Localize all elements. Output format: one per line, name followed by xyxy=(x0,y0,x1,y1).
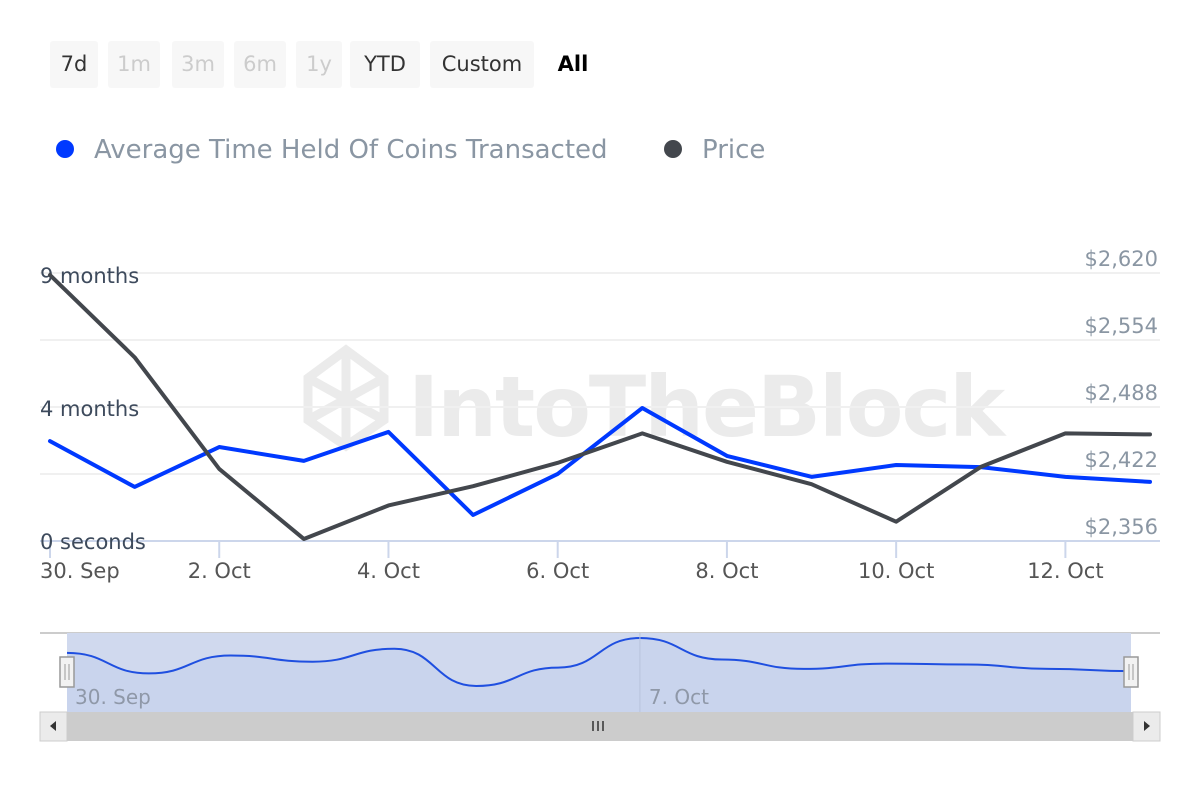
legend-label-price: Price xyxy=(702,135,766,165)
scrollbar-track[interactable] xyxy=(40,712,1160,741)
x-axis: 30. Sep 2. Oct 4. Oct 6. Oct 8. Oct 10. Oct 12… xyxy=(40,540,1160,583)
legend-item-price[interactable]: Price xyxy=(664,130,765,170)
arrow-left-icon xyxy=(50,721,56,731)
navigator-tick-label: 7. Oct xyxy=(649,685,709,709)
arrow-right-icon xyxy=(1144,721,1150,731)
range-button-3m: 3m xyxy=(172,41,224,88)
navigator-handle-left[interactable] xyxy=(59,656,75,688)
navigator-line xyxy=(66,636,1132,688)
right-axis-label: $2,488 xyxy=(1085,381,1158,405)
x-tick-label: 6. Oct xyxy=(526,559,589,583)
series-line-price xyxy=(48,273,1152,541)
navigator-area xyxy=(67,638,1131,712)
x-tick-label: 4. Oct xyxy=(357,559,420,583)
range-button-6m: 6m xyxy=(234,41,286,88)
handle-grip-icon xyxy=(59,656,75,688)
scrollbar-right-button[interactable] xyxy=(1132,711,1161,742)
range-button-all[interactable]: All xyxy=(544,41,602,88)
legend-marker-price-icon xyxy=(664,139,682,158)
navigator-tick-label: 30. Sep xyxy=(75,685,151,709)
range-button-custom[interactable]: Custom xyxy=(430,41,534,88)
navigator-selected-range[interactable] xyxy=(67,633,1131,712)
left-axis-label: 9 months xyxy=(40,264,139,288)
right-axis-label: $2,554 xyxy=(1085,314,1158,338)
navigator-handle-right[interactable] xyxy=(1123,656,1139,688)
left-y-axis: 0 seconds 4 months 9 months xyxy=(40,264,146,554)
x-tick-label: 30. Sep xyxy=(40,559,120,583)
range-button-7d[interactable]: 7d xyxy=(50,41,98,88)
series-line-time-held xyxy=(48,406,1152,517)
x-tick-label: 2. Oct xyxy=(188,559,251,583)
main-chart: IntoTheBlock 30. Sep 2. Oct 4. Oct 6. Oct 8.… xyxy=(39,247,1161,742)
navigator[interactable]: 30. Sep 7. Oct xyxy=(40,632,1160,712)
left-axis-label: 0 seconds xyxy=(40,530,146,554)
right-axis-label: $2,356 xyxy=(1085,515,1158,539)
scrollbar[interactable] xyxy=(39,711,1161,742)
left-axis-label: 4 months xyxy=(40,397,139,421)
legend-marker-time-held-icon xyxy=(56,139,74,158)
range-button-ytd[interactable]: YTD xyxy=(350,41,420,88)
x-tick-label: 10. Oct xyxy=(858,559,934,583)
right-axis-label: $2,422 xyxy=(1085,448,1158,472)
series-group xyxy=(48,273,1152,541)
scrollbar-left-button[interactable] xyxy=(39,711,68,742)
right-y-axis: $2,356 $2,422 $2,488 $2,554 $2,620 xyxy=(1085,247,1158,539)
handle-grip-icon xyxy=(1123,656,1139,688)
legend-label-time-held: Average Time Held Of Coins Transacted xyxy=(94,135,608,165)
range-button-1y: 1y xyxy=(296,41,342,88)
range-button-1m: 1m xyxy=(108,41,160,88)
x-tick-label: 12. Oct xyxy=(1027,559,1103,583)
right-axis-label: $2,620 xyxy=(1085,247,1158,271)
legend-item-time-held[interactable]: Average Time Held Of Coins Transacted xyxy=(56,130,608,170)
grid-lines xyxy=(40,272,1160,475)
watermark: IntoTheBlock xyxy=(303,344,1009,456)
x-tick-label: 8. Oct xyxy=(695,559,758,583)
watermark-logo-icon xyxy=(303,344,389,452)
scrollbar-thumb-grip-icon[interactable] xyxy=(592,721,604,731)
watermark-text: IntoTheBlock xyxy=(408,358,1007,456)
